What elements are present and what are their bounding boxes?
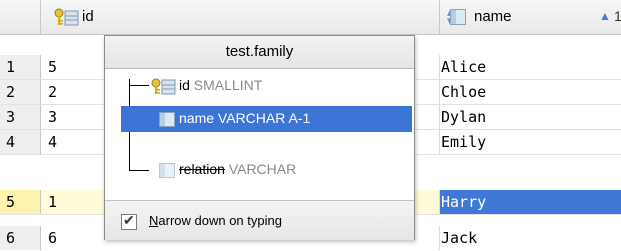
cell-name[interactable]: Jack (440, 226, 621, 250)
column-icon (450, 9, 466, 25)
popup-title-bar: test.family (105, 36, 414, 69)
tree-item-name-selected[interactable]: name VARCHAR A-1 (121, 106, 412, 132)
tree-item-id[interactable]: id SMALLINT (105, 73, 414, 99)
primary-key-column-icon (151, 78, 176, 95)
cell-name[interactable]: Chloe (440, 80, 621, 104)
tree-item-relation-name: relation (179, 161, 225, 177)
row-number[interactable]: 2 (0, 80, 41, 104)
column-header-id[interactable]: id ▴ ▾ (41, 0, 453, 34)
column-header-id-label: id (82, 8, 94, 25)
popup-footer: ✔ Narrow down on typing (105, 200, 414, 240)
row-number[interactable]: 4 (0, 130, 41, 154)
popup-title: test.family (225, 43, 294, 60)
cell-name[interactable]: Emily (440, 130, 621, 154)
cell-name[interactable]: Alice (440, 55, 621, 79)
sort-order-number: 1 (614, 8, 621, 24)
column-header-name-label: name (474, 8, 512, 25)
column-header-name[interactable]: name ▲ 1 (440, 0, 621, 34)
row-number[interactable]: 6 (0, 226, 41, 250)
column-icon (159, 112, 175, 127)
grid-header: id ▴ ▾ name ▲ 1 (0, 0, 621, 35)
cell-name[interactable]: Dylan (440, 105, 621, 129)
header-corner[interactable] (0, 0, 41, 34)
row-number[interactable]: 1 (0, 55, 41, 79)
tree-item-relation[interactable]: relation VARCHAR (105, 157, 414, 183)
row-number[interactable]: 3 (0, 105, 41, 129)
narrow-down-label[interactable]: Narrow down on typing (149, 213, 282, 228)
checkmark-icon: ✔ (123, 212, 135, 228)
column-tree[interactable]: id SMALLINT name VARCHAR A-1 relation VA… (105, 69, 414, 199)
tree-item-relation-type: VARCHAR (228, 161, 297, 177)
narrow-down-checkbox[interactable]: ✔ (121, 212, 137, 230)
tree-item-id-name: id (179, 77, 190, 93)
tree-item-name-label: name VARCHAR A-1 (179, 110, 311, 126)
column-chooser-popup[interactable]: test.family id SMALLINT name VARCHAR A-1… (104, 35, 415, 240)
tree-item-id-type: SMALLINT (193, 77, 263, 93)
sort-ascending-icon[interactable]: ▲ (599, 9, 611, 23)
cell-name-selected[interactable]: Harry (440, 190, 621, 214)
column-icon (159, 163, 175, 178)
primary-key-column-icon (54, 8, 79, 26)
row-number[interactable]: 5 (0, 190, 41, 214)
